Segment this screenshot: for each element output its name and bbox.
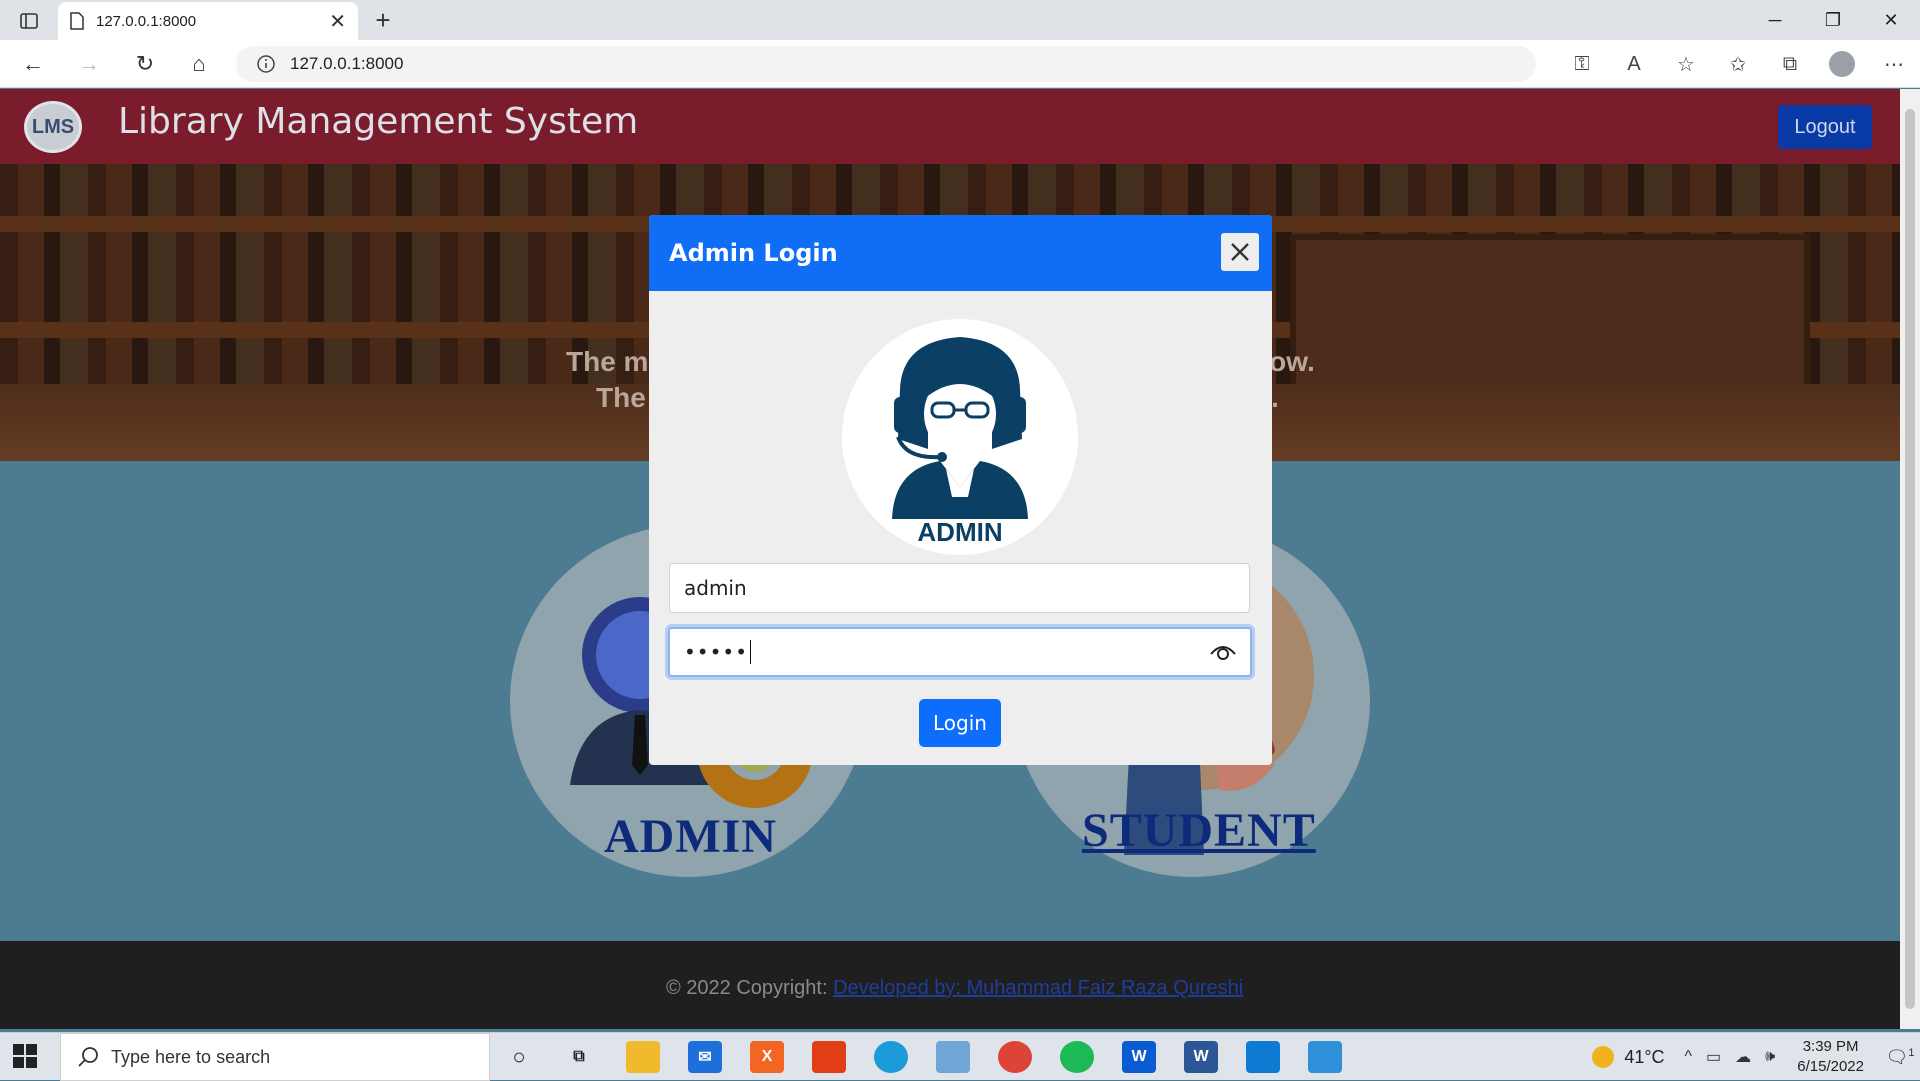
edge-icon[interactable]: [874, 1041, 908, 1073]
webex-icon[interactable]: W: [1122, 1041, 1156, 1073]
weather-temp[interactable]: 41°C: [1624, 1047, 1664, 1068]
password-field[interactable]: •••••: [668, 627, 1252, 677]
home-button[interactable]: ⌂: [182, 48, 216, 80]
windows-logo-icon: [13, 1044, 37, 1068]
clock-date: 6/15/2022: [1797, 1058, 1864, 1075]
page-icon: [70, 12, 84, 30]
add-favorite-icon[interactable]: ☆: [1660, 44, 1712, 84]
search-icon: [78, 1047, 98, 1067]
taskbar-search[interactable]: Type here to search: [60, 1033, 490, 1081]
volume-icon[interactable]: 🕪: [1765, 1048, 1775, 1066]
modal-close-button[interactable]: [1221, 233, 1259, 271]
browser-tab[interactable]: 127.0.0.1:8000 ✕: [58, 2, 358, 40]
close-window-button[interactable]: ✕: [1862, 0, 1920, 40]
browser-tab-bar: 127.0.0.1:8000 ✕ + ─ ❐ ✕: [0, 0, 1920, 40]
photos-icon[interactable]: [1308, 1041, 1342, 1073]
eye-icon[interactable]: [1210, 642, 1236, 667]
notification-count: 1: [1908, 1046, 1915, 1059]
clock-time: 3:39 PM: [1802, 1038, 1859, 1055]
modal-title: Admin Login: [669, 239, 838, 267]
password-value: •••••: [684, 640, 748, 664]
notification-icon: 🗨: [1885, 1046, 1909, 1067]
modal-overlay: Admin Login ADMIN admin ••••• Login: [0, 89, 1900, 1029]
address-toolbar: ← → ↻ ⌂ 127.0.0.1:8000 ⚿ A ☆ ✩ ⧉ ⋯: [0, 40, 1920, 88]
admin-avatar: ADMIN: [842, 319, 1078, 555]
notes-icon[interactable]: [936, 1041, 970, 1073]
xampp-icon[interactable]: X: [750, 1041, 784, 1073]
forward-button[interactable]: →: [72, 48, 106, 80]
username-field[interactable]: admin: [669, 563, 1250, 613]
mail-icon[interactable]: ✉: [688, 1041, 722, 1073]
key-icon[interactable]: ⚿: [1556, 44, 1608, 84]
browser-tools: ⚿ A ☆ ✩ ⧉ ⋯: [1556, 44, 1920, 84]
modal-header: Admin Login: [649, 215, 1272, 291]
battery-icon[interactable]: ▭: [1706, 1047, 1721, 1067]
collections-icon[interactable]: ⧉: [1764, 44, 1816, 84]
notification-center[interactable]: 🗨1: [1880, 1047, 1920, 1068]
windows-taskbar: Type here to search ○ ⧉ ✉ X W W 41°C ^ ▭…: [0, 1032, 1920, 1081]
back-button[interactable]: ←: [16, 48, 50, 80]
read-aloud-icon[interactable]: A: [1608, 44, 1660, 84]
close-icon: [1231, 243, 1249, 261]
new-tab-button[interactable]: +: [368, 5, 398, 35]
start-button[interactable]: [12, 1043, 42, 1073]
weather-icon: [1592, 1046, 1615, 1068]
favorites-icon[interactable]: ✩: [1712, 44, 1764, 84]
admin-login-modal: Admin Login ADMIN admin ••••• Login: [649, 215, 1272, 765]
search-placeholder: Type here to search: [111, 1046, 271, 1067]
clock[interactable]: 3:39 PM 6/15/2022: [1797, 1037, 1864, 1077]
tray-chevron-icon[interactable]: ^: [1685, 1048, 1693, 1066]
task-view-icon[interactable]: ⧉: [562, 1041, 596, 1073]
profile-avatar[interactable]: [1816, 44, 1868, 84]
login-button[interactable]: Login: [919, 699, 1001, 747]
username-value: admin: [684, 576, 747, 600]
spotify-icon[interactable]: [1060, 1041, 1094, 1073]
url-text: 127.0.0.1:8000: [290, 54, 404, 73]
restore-button[interactable]: ❐: [1804, 0, 1862, 40]
office-icon[interactable]: [812, 1041, 846, 1073]
cortana-icon[interactable]: ○: [502, 1041, 536, 1073]
more-menu-icon[interactable]: ⋯: [1868, 44, 1920, 84]
system-tray: 41°C ^ ▭ ☁ 🕪 3:39 PM 6/15/2022 🗨1: [1592, 1033, 1920, 1081]
vscode-icon[interactable]: [1246, 1041, 1280, 1073]
chrome-icon[interactable]: [998, 1041, 1032, 1073]
tab-title: 127.0.0.1:8000: [96, 12, 197, 30]
file-explorer-icon[interactable]: [626, 1041, 660, 1073]
tab-close-icon[interactable]: ✕: [329, 9, 346, 34]
minimize-button[interactable]: ─: [1746, 0, 1804, 40]
tab-actions-icon[interactable]: [14, 8, 44, 34]
info-icon[interactable]: [256, 54, 276, 74]
scrollbar-thumb[interactable]: [1905, 109, 1915, 1009]
word-icon[interactable]: W: [1184, 1041, 1218, 1073]
network-icon[interactable]: ☁: [1735, 1047, 1751, 1067]
url-bar[interactable]: 127.0.0.1:8000: [236, 46, 1536, 82]
window-controls: ─ ❐ ✕: [1746, 0, 1920, 40]
refresh-button[interactable]: ↻: [128, 48, 162, 80]
avatar-caption: ADMIN: [917, 517, 1002, 547]
page-scrollbar[interactable]: [1900, 89, 1920, 1029]
text-caret: [749, 640, 751, 664]
